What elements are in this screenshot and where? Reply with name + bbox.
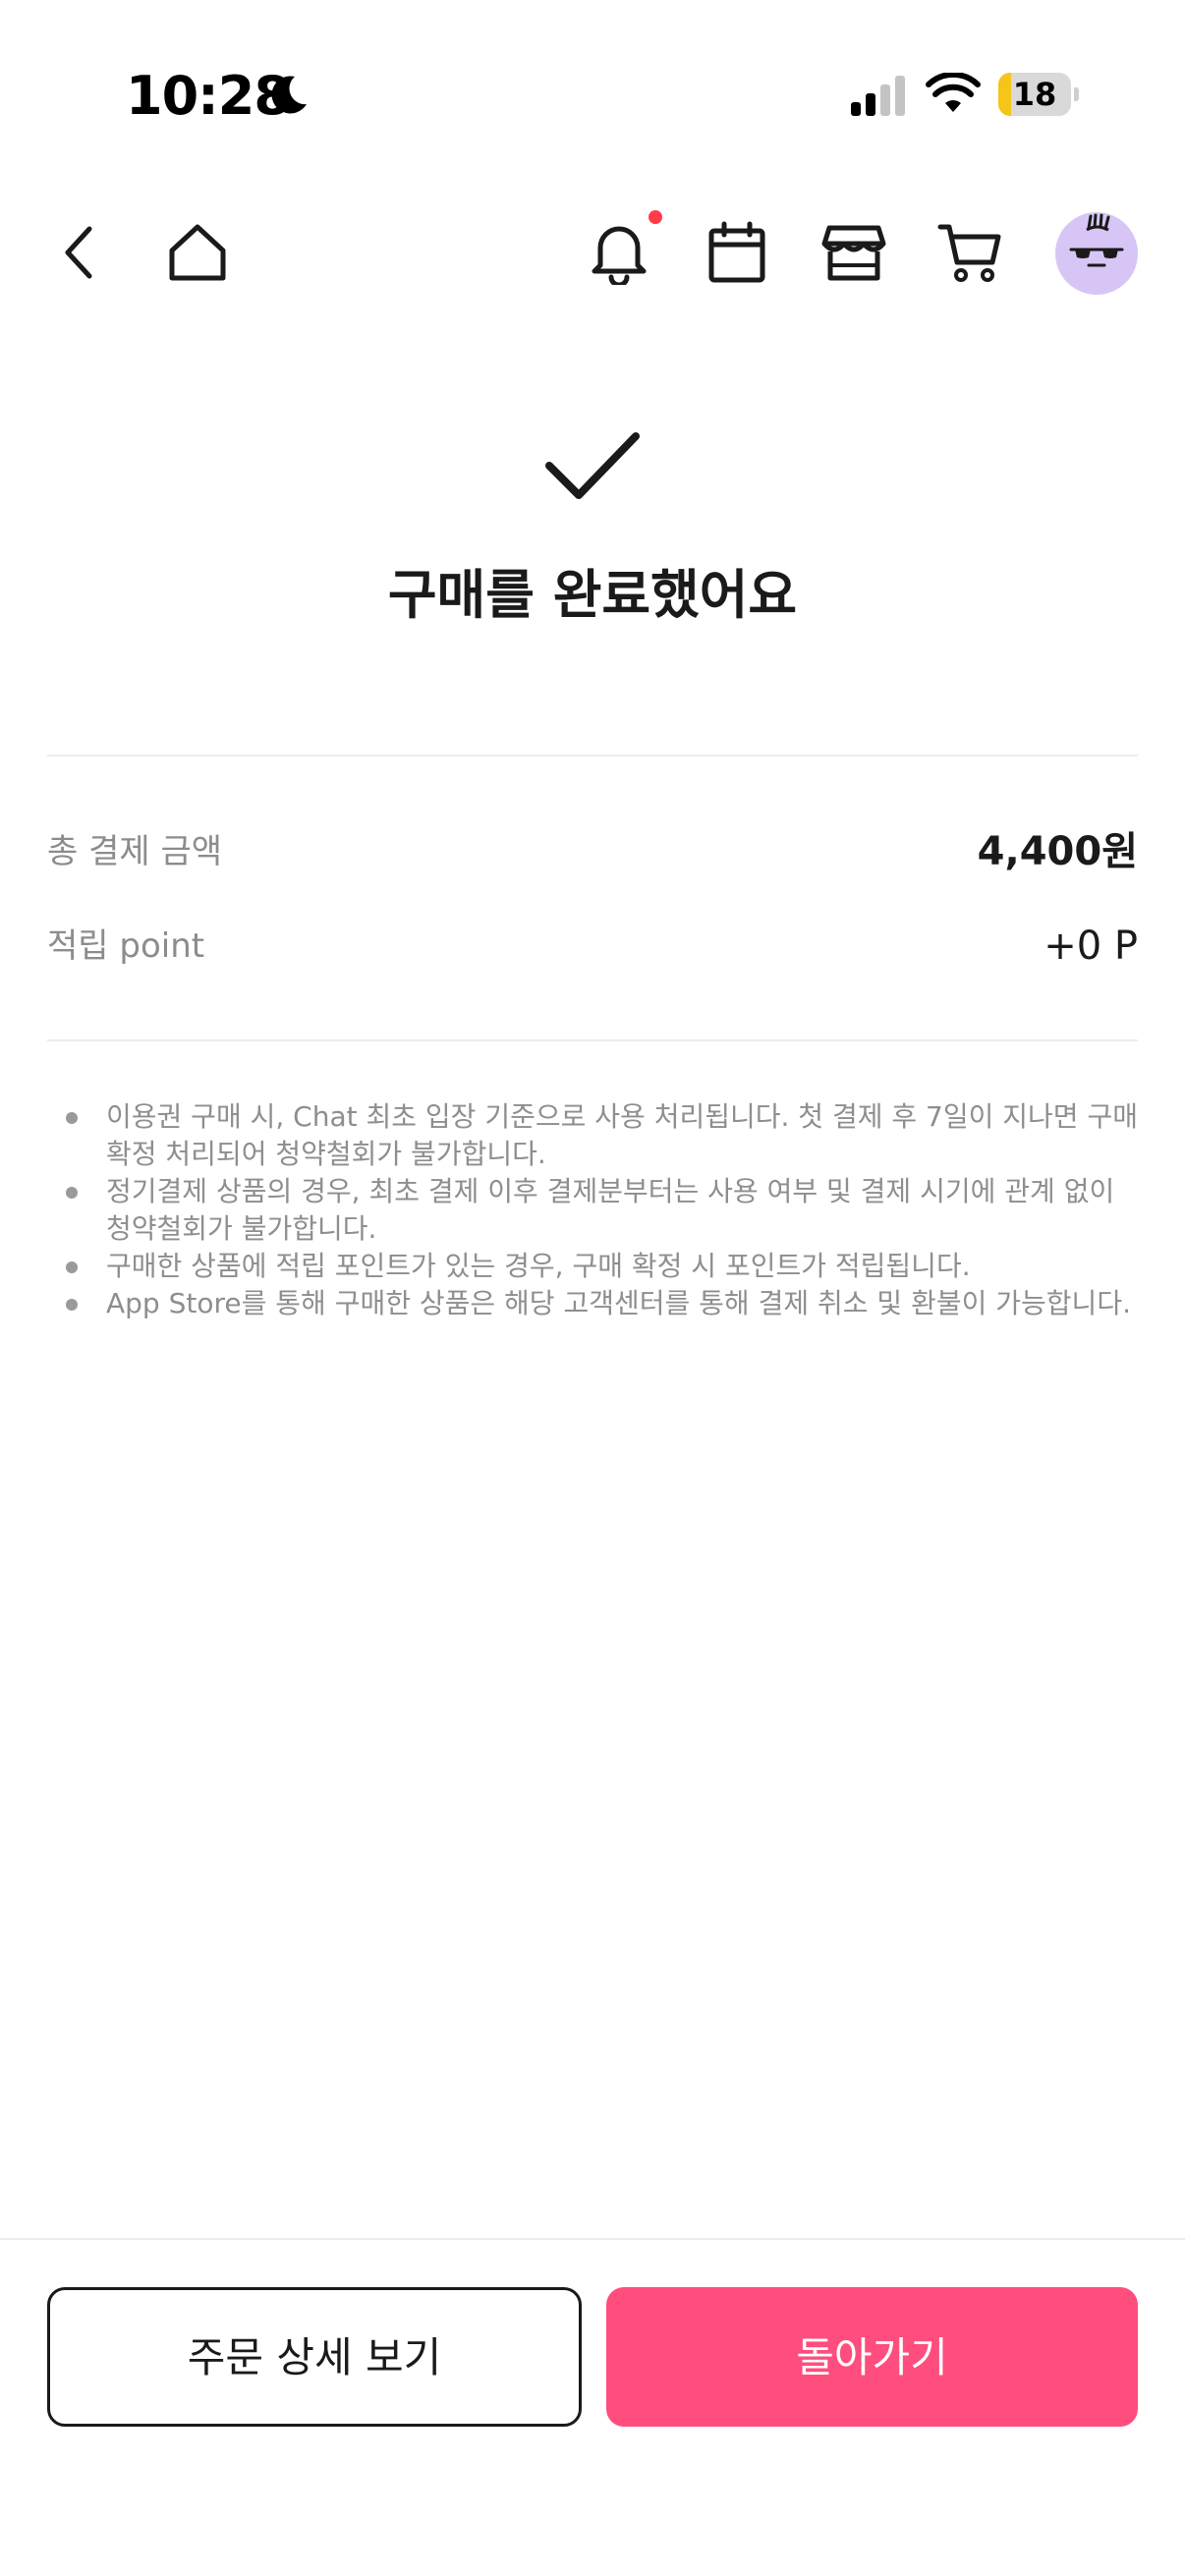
total-payment-row: 총 결제 금액 4,400원 xyxy=(47,822,1138,881)
chevron-left-icon xyxy=(65,226,92,279)
notice-item: 구매한 상품에 적립 포인트가 있는 경우, 구매 확정 시 포인트가 적립됩니… xyxy=(59,1248,1140,1285)
store-button[interactable] xyxy=(819,218,888,287)
battery-indicator: 18 xyxy=(998,73,1079,116)
points-row: 적립 point +0 P xyxy=(47,917,1138,976)
avatar[interactable] xyxy=(1055,212,1138,295)
points-label: 적립 point xyxy=(47,926,205,966)
cart-icon xyxy=(937,224,1001,282)
bullet xyxy=(66,1299,78,1311)
home-icon xyxy=(169,224,226,281)
go-back-button[interactable]: 돌아가기 xyxy=(606,2287,1138,2427)
notice-text: 이용권 구매 시, Chat 최초 입장 기준으로 사용 처리됩니다. 첫 결제… xyxy=(106,1100,1138,1170)
cart-button[interactable] xyxy=(935,218,1004,287)
notice-list: 이용권 구매 시, Chat 최초 입장 기준으로 사용 처리됩니다. 첫 결제… xyxy=(59,1098,1140,1322)
back-button[interactable] xyxy=(45,218,114,287)
cellular-signal-icon xyxy=(851,76,905,116)
wifi-icon xyxy=(926,73,981,112)
battery-level: 18 xyxy=(1012,76,1057,113)
battery-cap xyxy=(1074,87,1079,101)
bullet xyxy=(66,1187,78,1199)
notice-item: 이용권 구매 시, Chat 최초 입장 기준으로 사용 처리됩니다. 첫 결제… xyxy=(59,1098,1140,1173)
moon-icon xyxy=(271,76,307,114)
notice-text: App Store를 통해 구매한 상품은 해당 고객센터를 통해 결제 취소 … xyxy=(106,1287,1131,1319)
bottom-bar-divider xyxy=(0,2238,1185,2240)
home-button[interactable] xyxy=(163,218,232,287)
battery-body: 18 xyxy=(998,73,1071,116)
calendar-button[interactable] xyxy=(703,218,771,287)
notice-text: 정기결제 상품의 경우, 최초 결제 이후 결제분부터는 사용 여부 및 결제 … xyxy=(106,1175,1115,1245)
page-title: 구매를 완료했어요 xyxy=(387,564,798,626)
total-payment-label: 총 결제 금액 xyxy=(47,832,223,871)
divider xyxy=(47,755,1138,756)
bullet xyxy=(66,1112,78,1124)
notice-text: 구매한 상품에 적립 포인트가 있는 경우, 구매 확정 시 포인트가 적립됩니… xyxy=(106,1250,971,1282)
calendar-icon xyxy=(708,221,765,283)
notification-dot xyxy=(649,210,662,224)
points-value: +0 P xyxy=(1044,924,1138,969)
notifications-button[interactable] xyxy=(585,218,653,287)
status-bar: 10:28 18 xyxy=(0,0,1185,187)
total-payment-value: 4,400원 xyxy=(977,829,1138,874)
divider xyxy=(47,1039,1138,1041)
store-icon xyxy=(821,225,886,281)
order-detail-button[interactable]: 주문 상세 보기 xyxy=(47,2287,582,2427)
bullet xyxy=(66,1261,78,1273)
notice-item: App Store를 통해 구매한 상품은 해당 고객센터를 통해 결제 취소 … xyxy=(59,1285,1140,1322)
checkmark-icon xyxy=(545,432,640,499)
notice-item: 정기결제 상품의 경우, 최초 결제 이후 결제분부터는 사용 여부 및 결제 … xyxy=(59,1173,1140,1248)
avatar-character-icon xyxy=(1069,213,1124,267)
bell-icon xyxy=(592,226,647,285)
